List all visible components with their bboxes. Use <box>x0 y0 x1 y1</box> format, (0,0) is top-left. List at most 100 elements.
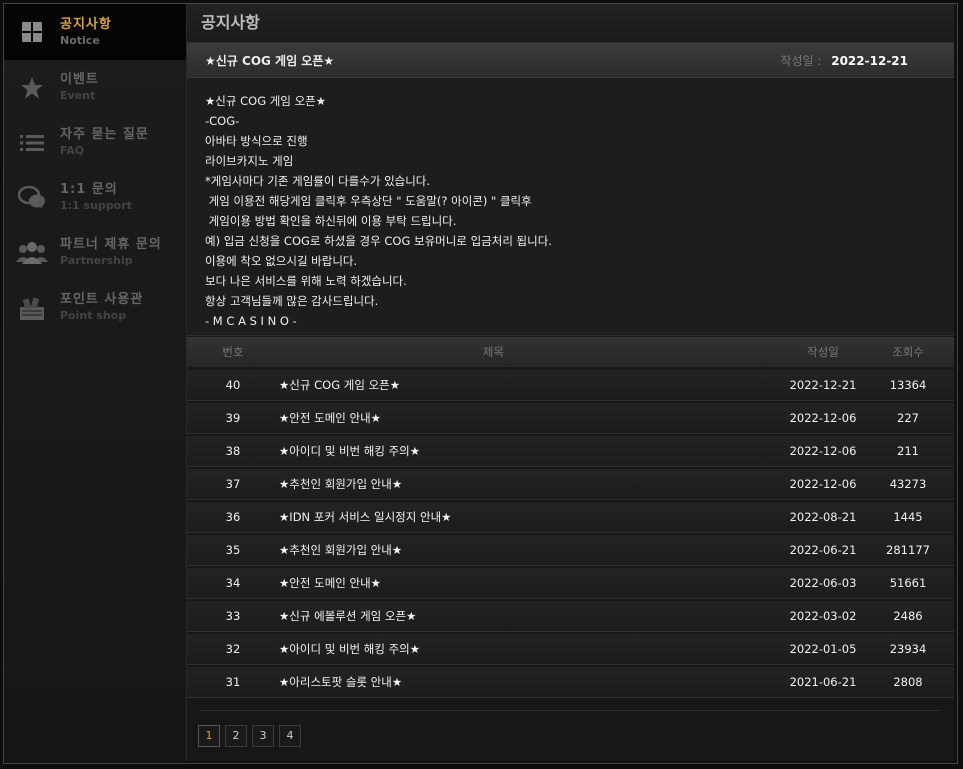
table-row[interactable]: 40 ★신규 COG 게임 오픈★ 2022-12-21 13364 <box>187 370 954 401</box>
row-title[interactable]: ★신규 에볼루션 게임 오픈★ <box>279 608 768 624</box>
sidebar-item-label: 파트너 제휴 문의 <box>60 237 162 252</box>
row-views: 2808 <box>893 675 923 689</box>
header-date: 작성일 <box>807 345 839 359</box>
row-num: 32 <box>225 642 241 656</box>
row-date: 2022-08-21 <box>789 510 857 524</box>
page-button-3[interactable]: 3 <box>252 725 274 747</box>
sidebar: 공지사항 Notice 이벤트 Event 자주 묻는 질문 FAQ 1:1 문… <box>4 4 187 761</box>
page-title: 공지사항 <box>187 4 954 43</box>
post-line: -COG- <box>205 114 240 128</box>
page-button-2[interactable]: 2 <box>225 725 247 747</box>
post-line: 라이브카지노 게임 <box>205 154 294 168</box>
grid-icon <box>4 21 60 43</box>
sidebar-item-support[interactable]: 1:1 문의 1:1 support <box>4 170 186 225</box>
row-views: 43273 <box>889 477 927 491</box>
row-views: 1445 <box>893 510 923 524</box>
post-body: ★신규 COG 게임 오픈★ -COG- 아바타 방식으로 진행 라이브카지노 … <box>187 78 954 336</box>
row-date: 2022-12-06 <box>789 477 857 491</box>
row-date: 2022-12-21 <box>789 378 857 392</box>
people-icon <box>4 241 60 264</box>
row-num: 31 <box>225 675 241 689</box>
sidebar-item-sublabel: 1:1 support <box>60 199 132 212</box>
post-line: *게임사마다 기존 게임률이 다를수가 있습니다. <box>205 174 431 188</box>
sidebar-item-pointshop[interactable]: 포인트 사용관 Point shop <box>4 280 186 335</box>
sidebar-item-event[interactable]: 이벤트 Event <box>4 60 186 115</box>
sidebar-item-sublabel: Event <box>60 89 96 102</box>
table-row[interactable]: 31 ★아리스토팟 슬롯 안내★ 2021-06-21 2808 <box>187 667 954 698</box>
post-line: 아바타 방식으로 진행 <box>205 134 308 148</box>
post-line: 항상 고객님들께 많은 감사드립니다. <box>205 294 379 308</box>
table-row[interactable]: 32 ★아이디 및 비번 해킹 주의★ 2022-01-05 23934 <box>187 634 954 665</box>
sidebar-item-label: 1:1 문의 <box>60 182 118 197</box>
row-views: 2486 <box>893 609 923 623</box>
row-date: 2021-06-21 <box>789 675 857 689</box>
post-line: 게임이용 방법 확인을 하신뒤에 이용 부탁 드립니다. <box>205 214 457 228</box>
page-button-4[interactable]: 4 <box>279 725 301 747</box>
row-date: 2022-03-02 <box>789 609 857 623</box>
row-num: 37 <box>225 477 241 491</box>
sidebar-item-sublabel: FAQ <box>60 144 85 157</box>
post-line: 이용에 착오 없으시길 바랍니다. <box>205 254 358 268</box>
row-views: 211 <box>897 444 919 458</box>
main-content: 공지사항 ★신규 COG 게임 오픈★ 작성일 : 2022-12-21 ★신규… <box>187 4 954 761</box>
row-date: 2022-01-05 <box>789 642 857 656</box>
sidebar-item-label: 이벤트 <box>60 72 99 87</box>
row-title[interactable]: ★아리스토팟 슬롯 안내★ <box>279 674 768 690</box>
row-views: 51661 <box>889 576 927 590</box>
post-line: 예) 입금 신청을 COG로 하셨을 경우 COG 보유머니로 입금처리 됩니다… <box>205 234 552 248</box>
sidebar-item-partnership[interactable]: 파트너 제휴 문의 Partnership <box>4 225 186 280</box>
sidebar-item-label: 포인트 사용관 <box>60 292 144 307</box>
row-num: 33 <box>225 609 241 623</box>
row-title[interactable]: ★추천인 회원가입 안내★ <box>279 476 768 492</box>
row-num: 38 <box>225 444 241 458</box>
post-date-label: 작성일 : <box>780 53 822 68</box>
row-date: 2022-12-06 <box>789 411 857 425</box>
row-title[interactable]: ★신규 COG 게임 오픈★ <box>279 377 768 393</box>
pagination: 1 2 3 4 <box>198 725 301 747</box>
post-line: 보다 나은 서비스를 위해 노력 하겠습니다. <box>205 274 407 288</box>
post-line: ★신규 COG 게임 오픈★ <box>205 94 327 108</box>
sidebar-item-sublabel: Notice <box>60 33 100 47</box>
chat-bubbles-icon <box>4 185 60 210</box>
page-button-1[interactable]: 1 <box>198 725 220 747</box>
row-num: 34 <box>225 576 241 590</box>
post-line: 게임 이용전 해당게임 클릭후 우측상단 " 도움말(? 아이콘) " 클릭후 <box>205 194 532 208</box>
header-views: 조회수 <box>892 345 924 359</box>
table-row[interactable]: 35 ★추천인 회원가입 안내★ 2022-06-21 281177 <box>187 535 954 566</box>
row-title[interactable]: ★아이디 및 비번 해킹 주의★ <box>279 641 768 657</box>
post-title: ★신규 COG 게임 오픈★ <box>205 53 335 68</box>
header-num: 번호 <box>222 345 244 359</box>
sidebar-item-faq[interactable]: 자주 묻는 질문 FAQ <box>4 115 186 170</box>
row-title[interactable]: ★아이디 및 비번 해킹 주의★ <box>279 443 768 459</box>
row-title[interactable]: ★안전 도메인 안내★ <box>279 575 768 591</box>
row-title[interactable]: ★IDN 포커 서비스 일시정지 안내★ <box>279 509 768 525</box>
sidebar-item-sublabel: Point shop <box>60 309 127 322</box>
row-views: 227 <box>897 411 919 425</box>
row-title[interactable]: ★안전 도메인 안내★ <box>279 410 768 426</box>
sidebar-item-label: 자주 묻는 질문 <box>60 127 149 142</box>
list-icon <box>4 134 60 152</box>
row-num: 36 <box>225 510 241 524</box>
shop-icon <box>4 295 60 321</box>
post-line: - M C A S I N O - <box>205 314 297 328</box>
row-views: 281177 <box>886 543 930 557</box>
post-date: 2022-12-21 <box>831 53 908 68</box>
post-header: ★신규 COG 게임 오픈★ 작성일 : 2022-12-21 <box>187 43 954 78</box>
table-row[interactable]: 38 ★아이디 및 비번 해킹 주의★ 2022-12-06 211 <box>187 436 954 467</box>
row-date: 2022-12-06 <box>789 444 857 458</box>
sidebar-item-notice[interactable]: 공지사항 Notice <box>4 4 186 60</box>
table-row[interactable]: 33 ★신규 에볼루션 게임 오픈★ 2022-03-02 2486 <box>187 601 954 632</box>
row-views: 13364 <box>889 378 927 392</box>
row-title[interactable]: ★추천인 회원가입 안내★ <box>279 542 768 558</box>
sidebar-item-label: 공지사항 <box>60 16 112 32</box>
row-date: 2022-06-21 <box>789 543 857 557</box>
table-row[interactable]: 37 ★추천인 회원가입 안내★ 2022-12-06 43273 <box>187 469 954 500</box>
table-row[interactable]: 36 ★IDN 포커 서비스 일시정지 안내★ 2022-08-21 1445 <box>187 502 954 533</box>
row-num: 35 <box>225 543 241 557</box>
post-date-wrap: 작성일 : 2022-12-21 <box>780 52 954 69</box>
row-views: 23934 <box>889 642 927 656</box>
table-row[interactable]: 39 ★안전 도메인 안내★ 2022-12-06 227 <box>187 403 954 434</box>
row-date: 2022-06-03 <box>789 576 857 590</box>
pager-divider <box>199 710 941 711</box>
table-row[interactable]: 34 ★안전 도메인 안내★ 2022-06-03 51661 <box>187 568 954 599</box>
